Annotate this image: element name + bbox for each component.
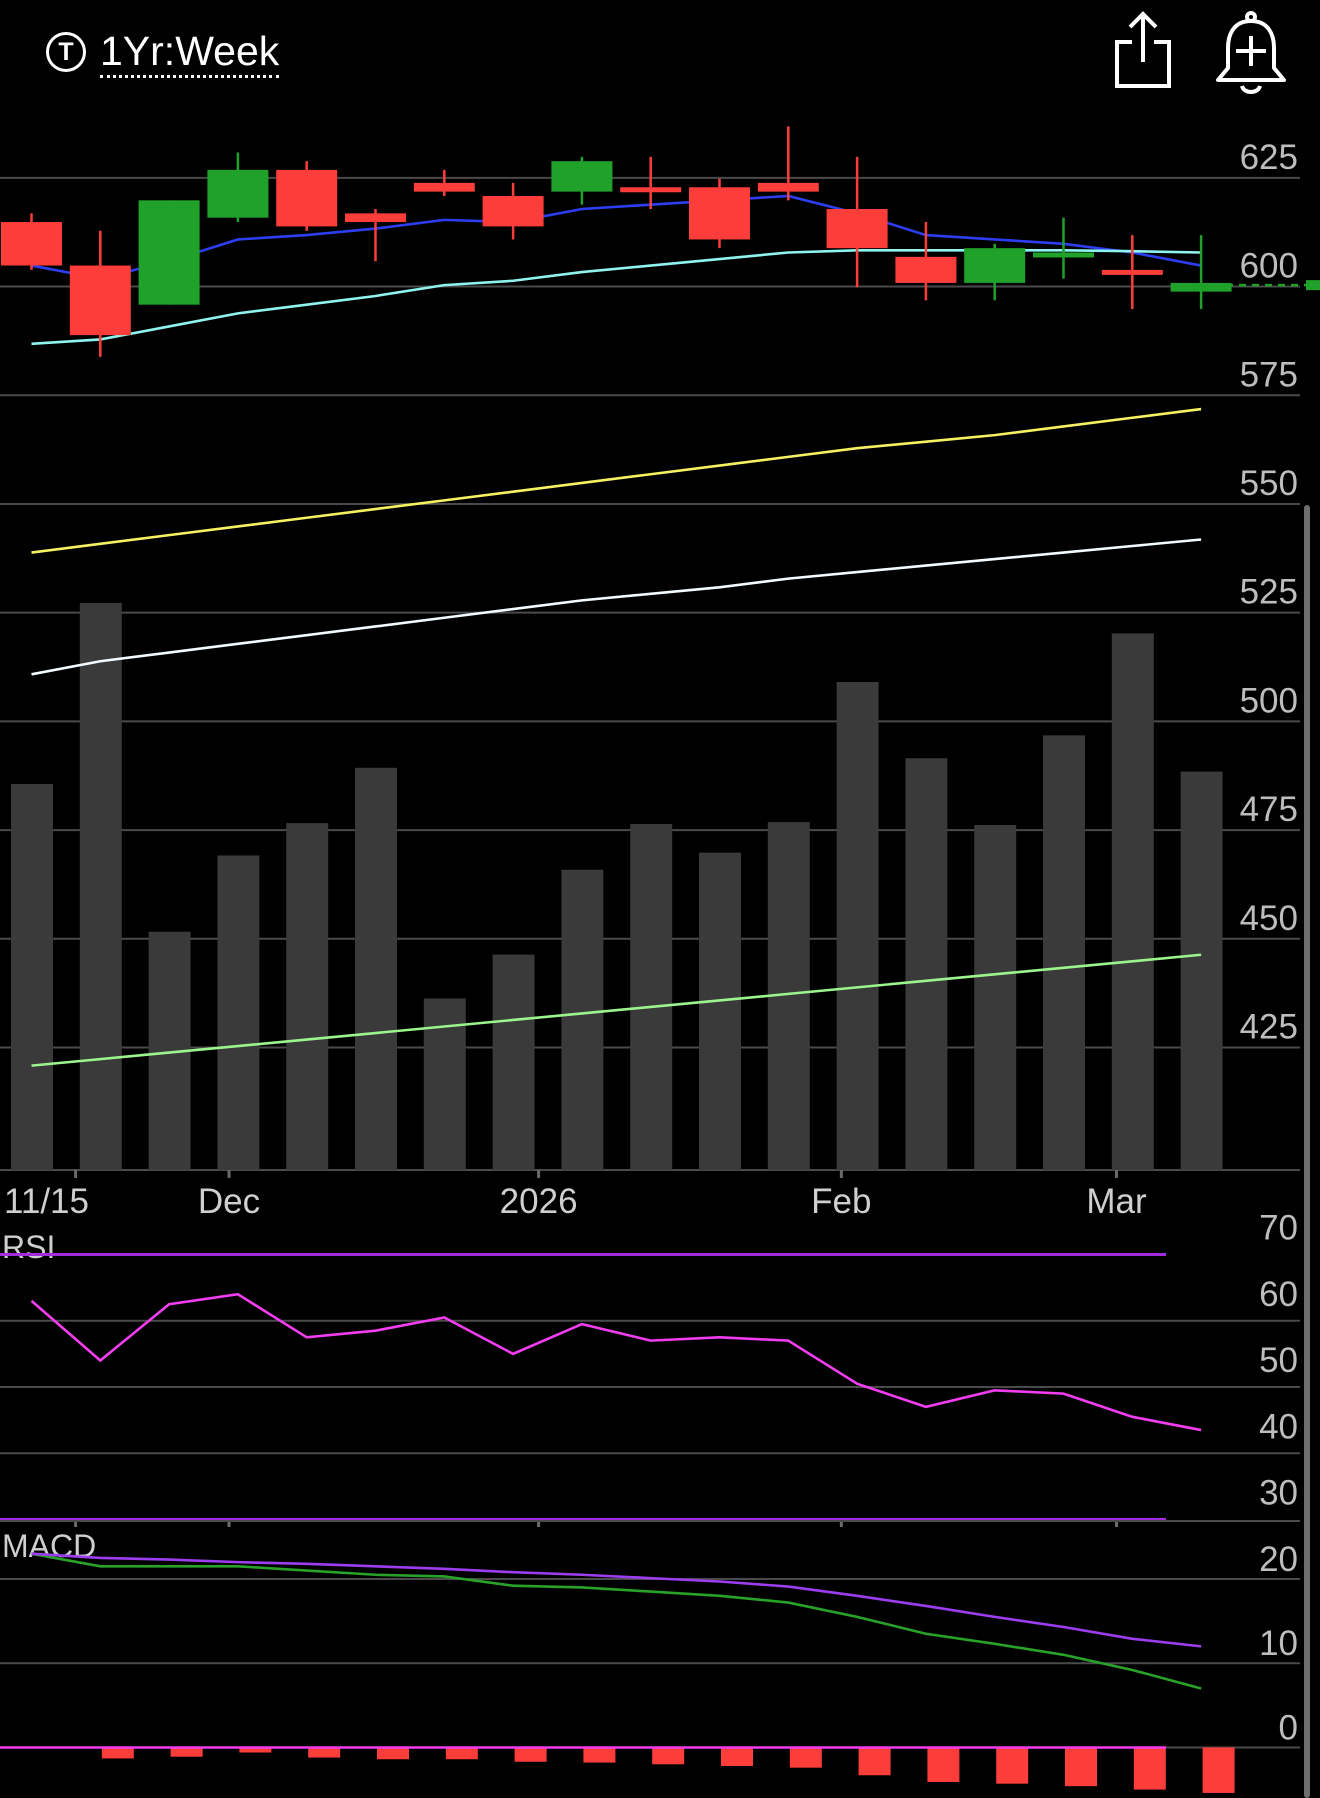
candle-body — [482, 195, 544, 227]
macd-histogram-bar — [1133, 1747, 1166, 1790]
candle-body — [1101, 269, 1163, 275]
candlesticks — [1, 126, 1320, 357]
macd-histogram-bar — [652, 1747, 685, 1765]
rsi-tick-label: 70 — [1259, 1209, 1298, 1248]
moving-average-line — [31, 953, 1202, 1067]
candle-body — [138, 200, 200, 305]
candle-body — [345, 213, 406, 223]
candle-body — [620, 187, 682, 193]
macd-histogram-bar — [1202, 1747, 1235, 1793]
macd-histogram-bar — [445, 1747, 478, 1760]
price-tick-label: 600 — [1240, 247, 1298, 286]
volume-bar — [905, 758, 948, 1170]
date-label: 11/15 — [4, 1182, 89, 1221]
macd-histogram-bar — [377, 1747, 409, 1760]
date-axis: 11/15 Dec 2026 Feb Mar — [4, 1170, 1147, 1527]
rsi-pane: RSI 70 60 50 40 30 — [0, 1209, 1300, 1522]
candle-body — [1, 222, 62, 266]
volume-bar — [1111, 633, 1154, 1170]
rsi-tick-label: 60 — [1259, 1275, 1298, 1314]
candle-body — [69, 265, 131, 336]
price-tick-label: 450 — [1240, 899, 1298, 938]
macd-histogram-bar — [721, 1747, 753, 1766]
macd-tick-label: 0 — [1279, 1708, 1298, 1747]
macd-histogram-bar — [789, 1747, 822, 1768]
rsi-tick-label: 50 — [1259, 1341, 1298, 1380]
date-label: 2026 — [500, 1182, 578, 1221]
volume-bar — [11, 783, 53, 1170]
volume-bar — [1180, 771, 1223, 1170]
volume-bar — [1043, 735, 1085, 1170]
volume-bar — [699, 852, 741, 1170]
volume-bar — [286, 823, 329, 1170]
price-tick-label: 550 — [1240, 464, 1298, 503]
price-axis: 625 600 575 550 525 500 475 450 425 — [1240, 138, 1298, 1047]
candle-body — [757, 182, 819, 192]
macd-histogram-bar — [996, 1747, 1029, 1784]
macd-histogram-bar — [514, 1747, 547, 1762]
rsi-title: RSI — [2, 1229, 55, 1265]
candle-body — [207, 169, 269, 218]
last-price-marker — [1306, 280, 1320, 291]
volume-bar — [974, 824, 1017, 1170]
moving-average-line — [31, 407, 1202, 554]
macd-pane: MACD 20 10 0 — [0, 1528, 1300, 1793]
date-label: Dec — [198, 1182, 260, 1221]
moving-average-line — [31, 194, 1202, 280]
stock-chart[interactable]: 625600575550525500475450425 11/15 Dec 2026… — [0, 0, 1320, 1798]
volume-bar — [836, 682, 879, 1170]
moving-averages — [31, 194, 1202, 1067]
candle-body — [551, 161, 613, 192]
price-tick-label: 475 — [1240, 790, 1298, 829]
macd-histogram-bar — [927, 1747, 960, 1782]
volume-bar — [79, 602, 122, 1170]
date-label: Mar — [1086, 1182, 1147, 1221]
date-label: Feb — [811, 1182, 871, 1221]
volume-bar — [355, 767, 397, 1170]
volume-bar — [561, 869, 604, 1170]
price-tick-label: 425 — [1240, 1008, 1298, 1047]
rsi-line — [30, 1292, 1202, 1432]
price-tick-label: 500 — [1240, 681, 1298, 720]
price-tick-label: 575 — [1240, 355, 1298, 394]
macd-histogram-bar — [170, 1747, 203, 1757]
macd-histogram-bar — [308, 1747, 341, 1758]
candle-body — [826, 209, 888, 249]
macd-histogram-bar — [1065, 1747, 1097, 1787]
rsi-tick-label: 30 — [1259, 1474, 1298, 1513]
candle-body — [895, 256, 957, 283]
moving-average-line — [31, 249, 1202, 346]
price-tick-label: 625 — [1240, 138, 1298, 177]
macd-histogram-bar — [858, 1747, 891, 1776]
candle-body — [413, 182, 475, 192]
candle-body — [1033, 252, 1094, 258]
volume-bar — [630, 824, 673, 1170]
candle-body — [689, 187, 750, 240]
scrollbar[interactable] — [1304, 505, 1310, 1798]
volume-bars — [11, 602, 1223, 1170]
volume-bar — [492, 954, 535, 1170]
candle-body — [276, 169, 338, 227]
macd-histogram-bar — [101, 1747, 134, 1759]
volume-bar — [217, 855, 260, 1170]
candle-body — [964, 248, 1026, 283]
price-tick-label: 525 — [1240, 573, 1298, 612]
macd-tick-label: 20 — [1259, 1540, 1298, 1579]
macd-tick-label: 10 — [1259, 1624, 1298, 1663]
macd-histogram-bar — [583, 1747, 616, 1763]
macd-title: MACD — [2, 1528, 96, 1564]
moving-average-line — [31, 538, 1202, 676]
rsi-tick-label: 40 — [1259, 1407, 1298, 1446]
